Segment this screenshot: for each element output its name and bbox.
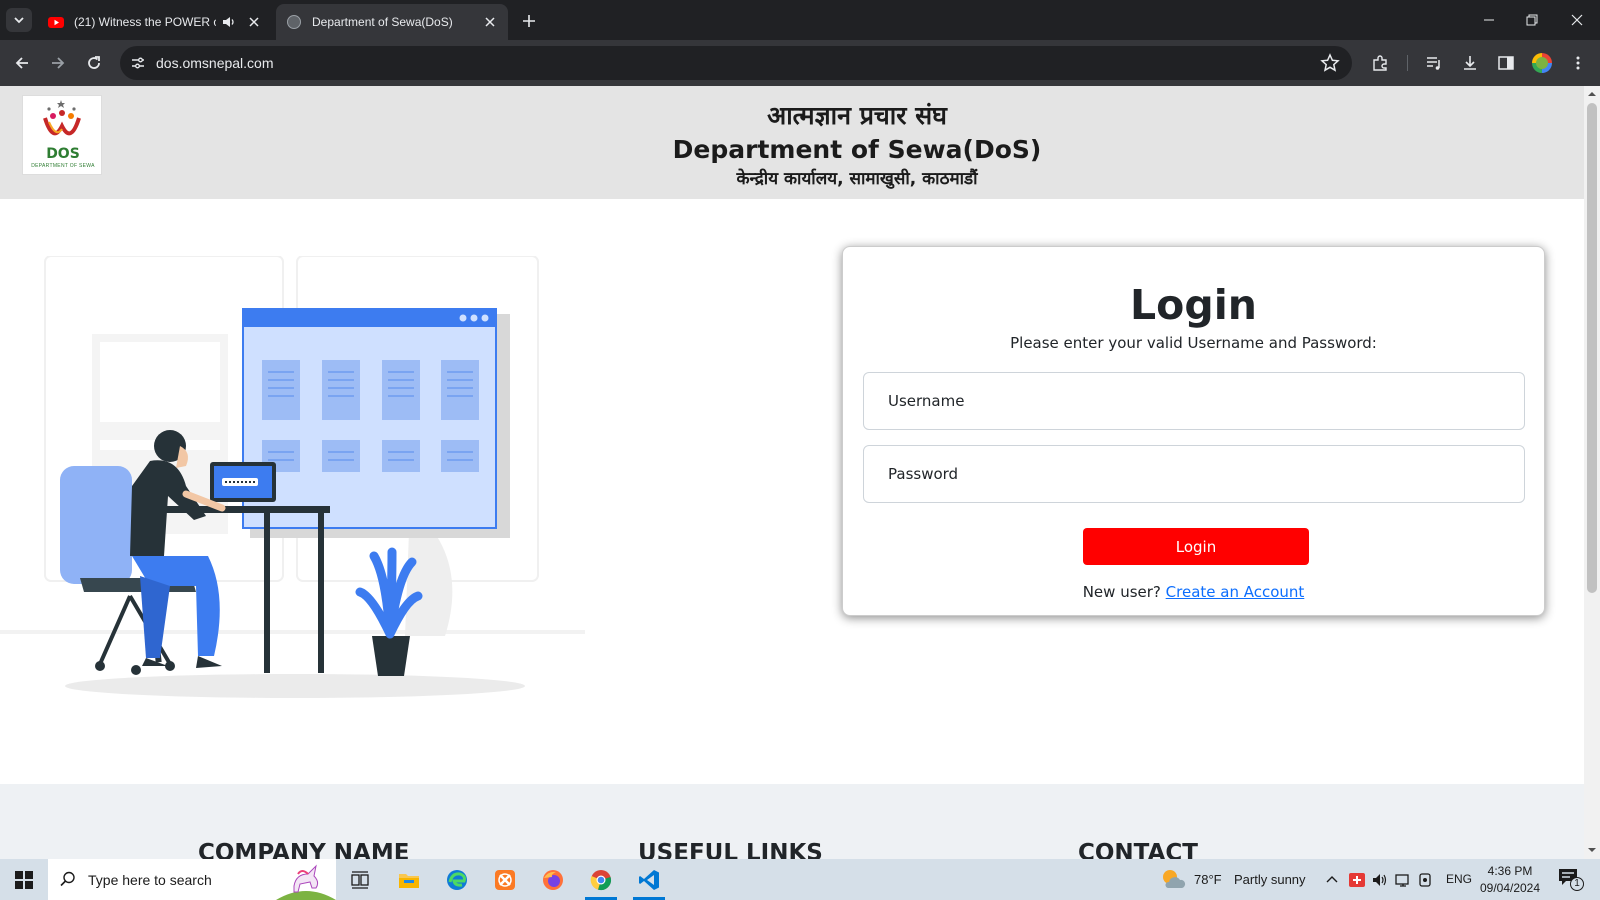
system-clock[interactable]: 4:36 PM 09/04/2024 — [1470, 863, 1550, 897]
speaker-icon[interactable] — [222, 15, 236, 29]
password-input[interactable] — [863, 445, 1525, 503]
new-user-text: New user? — [1082, 583, 1161, 601]
input-language[interactable]: ENG — [1446, 872, 1472, 886]
close-icon — [1571, 14, 1583, 26]
office-worker-illustration — [0, 256, 585, 698]
username-input[interactable] — [863, 372, 1525, 430]
url-text[interactable]: dos.omsnepal.com — [156, 55, 274, 71]
weather-icon[interactable] — [1160, 868, 1186, 890]
taskbar-xampp[interactable] — [481, 859, 529, 900]
footer-heading-contact: CONTACT — [1078, 840, 1198, 859]
browser-toolbar: dos.omsnepal.com — [0, 40, 1600, 86]
taskbar-firefox[interactable] — [529, 859, 577, 900]
tab-title: (21) Witness the POWER of — [74, 15, 216, 29]
page-title: Department of Sewa(DoS) — [672, 135, 1042, 164]
taskbar-vscode[interactable] — [625, 859, 673, 900]
arrow-right-icon — [52, 57, 65, 69]
site-footer: COMPANY NAME USEFUL LINKS CONTACT — [0, 784, 1584, 859]
antivirus-icon[interactable] — [1349, 872, 1365, 888]
page-scrollbar[interactable] — [1584, 86, 1600, 859]
bookmark-star-icon[interactable] — [1320, 53, 1340, 73]
meet-now-icon[interactable] — [1418, 872, 1434, 888]
edge-icon — [447, 869, 467, 890]
close-tab-icon[interactable] — [246, 14, 262, 30]
xampp-icon — [495, 869, 515, 890]
scroll-up-icon[interactable] — [1588, 90, 1596, 98]
org-address: केन्द्रीय कार्यालय, सामाखुसी, काठमाडौं — [736, 169, 978, 189]
page-viewport: DOS DEPARTMENT OF SEWA आत्मज्ञान प्रचार … — [0, 86, 1584, 859]
taskbar-chrome[interactable] — [577, 859, 625, 900]
tab-title: Department of Sewa(DoS) — [312, 15, 453, 29]
unicorn-icon — [276, 864, 336, 900]
create-account-link[interactable]: Create an Account — [1166, 583, 1305, 601]
notification-count: 1 — [1570, 877, 1584, 891]
scroll-thumb[interactable] — [1587, 103, 1597, 593]
side-panel-icon[interactable] — [1496, 53, 1516, 73]
extensions-icon[interactable] — [1370, 53, 1390, 73]
notification-center-button[interactable]: 1 — [1558, 868, 1584, 892]
minimize-icon — [1484, 19, 1494, 21]
chevron-down-icon — [14, 17, 24, 24]
vscode-icon — [639, 869, 659, 890]
login-card: Login Please enter your valid Username a… — [842, 246, 1545, 616]
minimize-button[interactable] — [1466, 0, 1512, 40]
more-menu-icon[interactable] — [1568, 53, 1588, 73]
new-tab-button[interactable] — [518, 10, 540, 32]
tab-strip: (21) Witness the POWER of Department of … — [0, 0, 1600, 40]
login-title: Login — [1130, 281, 1257, 329]
restore-button[interactable] — [1509, 0, 1555, 40]
globe-icon — [287, 15, 301, 29]
taskbar-file-explorer[interactable] — [385, 859, 433, 900]
profile-avatar[interactable] — [1532, 53, 1552, 73]
forward-button[interactable] — [44, 49, 72, 77]
taskbar-edge[interactable] — [433, 859, 481, 900]
taskbar-search[interactable]: Type here to search — [48, 859, 336, 900]
reload-button[interactable] — [80, 49, 108, 77]
chevron-up-icon[interactable] — [1325, 873, 1339, 887]
task-view-button[interactable] — [336, 859, 384, 900]
clock-time: 4:36 PM — [1487, 864, 1533, 878]
network-icon[interactable] — [1395, 872, 1411, 888]
search-placeholder: Type here to search — [88, 871, 212, 888]
signup-row: New user? Create an Account — [843, 583, 1544, 601]
address-bar[interactable]: dos.omsnepal.com — [120, 46, 1352, 80]
close-tab-icon[interactable] — [482, 14, 498, 30]
windows-taskbar: Type here to search 78°F Partly sunny EN… — [0, 859, 1600, 900]
folder-icon — [399, 873, 419, 888]
plus-icon — [523, 15, 535, 27]
tab-search-button[interactable] — [6, 8, 32, 32]
windows-logo-icon — [15, 870, 33, 889]
close-window-button[interactable] — [1554, 0, 1600, 40]
footer-heading-company: COMPANY NAME — [198, 840, 410, 859]
weather-desc[interactable]: Partly sunny — [1234, 872, 1306, 887]
back-button[interactable] — [8, 49, 36, 77]
start-button[interactable] — [0, 859, 48, 900]
media-controls-icon[interactable] — [1424, 53, 1444, 73]
reload-icon — [88, 56, 100, 69]
tab-dos[interactable]: Department of Sewa(DoS) — [276, 4, 508, 40]
restore-icon — [1526, 14, 1538, 26]
footer-heading-links: USEFUL LINKS — [638, 840, 823, 859]
toolbar-separator — [1407, 55, 1408, 71]
login-subtitle: Please enter your valid Username and Pas… — [1010, 334, 1377, 352]
youtube-icon — [48, 17, 64, 28]
site-header: DOS DEPARTMENT OF SEWA आत्मज्ञान प्रचार … — [0, 86, 1584, 199]
site-info-icon[interactable] — [128, 53, 148, 73]
scroll-down-icon[interactable] — [1588, 846, 1596, 854]
clock-date: 09/04/2024 — [1479, 881, 1541, 895]
org-name-hindi: आत्मज्ञान प्रचार संघ — [767, 101, 947, 130]
arrow-left-icon — [15, 57, 28, 69]
task-view-icon — [351, 870, 369, 889]
firefox-icon — [543, 869, 563, 890]
chrome-icon — [590, 869, 611, 890]
tab-youtube[interactable]: (21) Witness the POWER of — [38, 4, 272, 40]
volume-icon[interactable] — [1372, 872, 1388, 888]
search-icon — [60, 871, 75, 887]
weather-temp[interactable]: 78°F — [1194, 872, 1222, 887]
login-button[interactable]: Login — [1083, 528, 1309, 565]
download-icon[interactable] — [1460, 53, 1480, 73]
